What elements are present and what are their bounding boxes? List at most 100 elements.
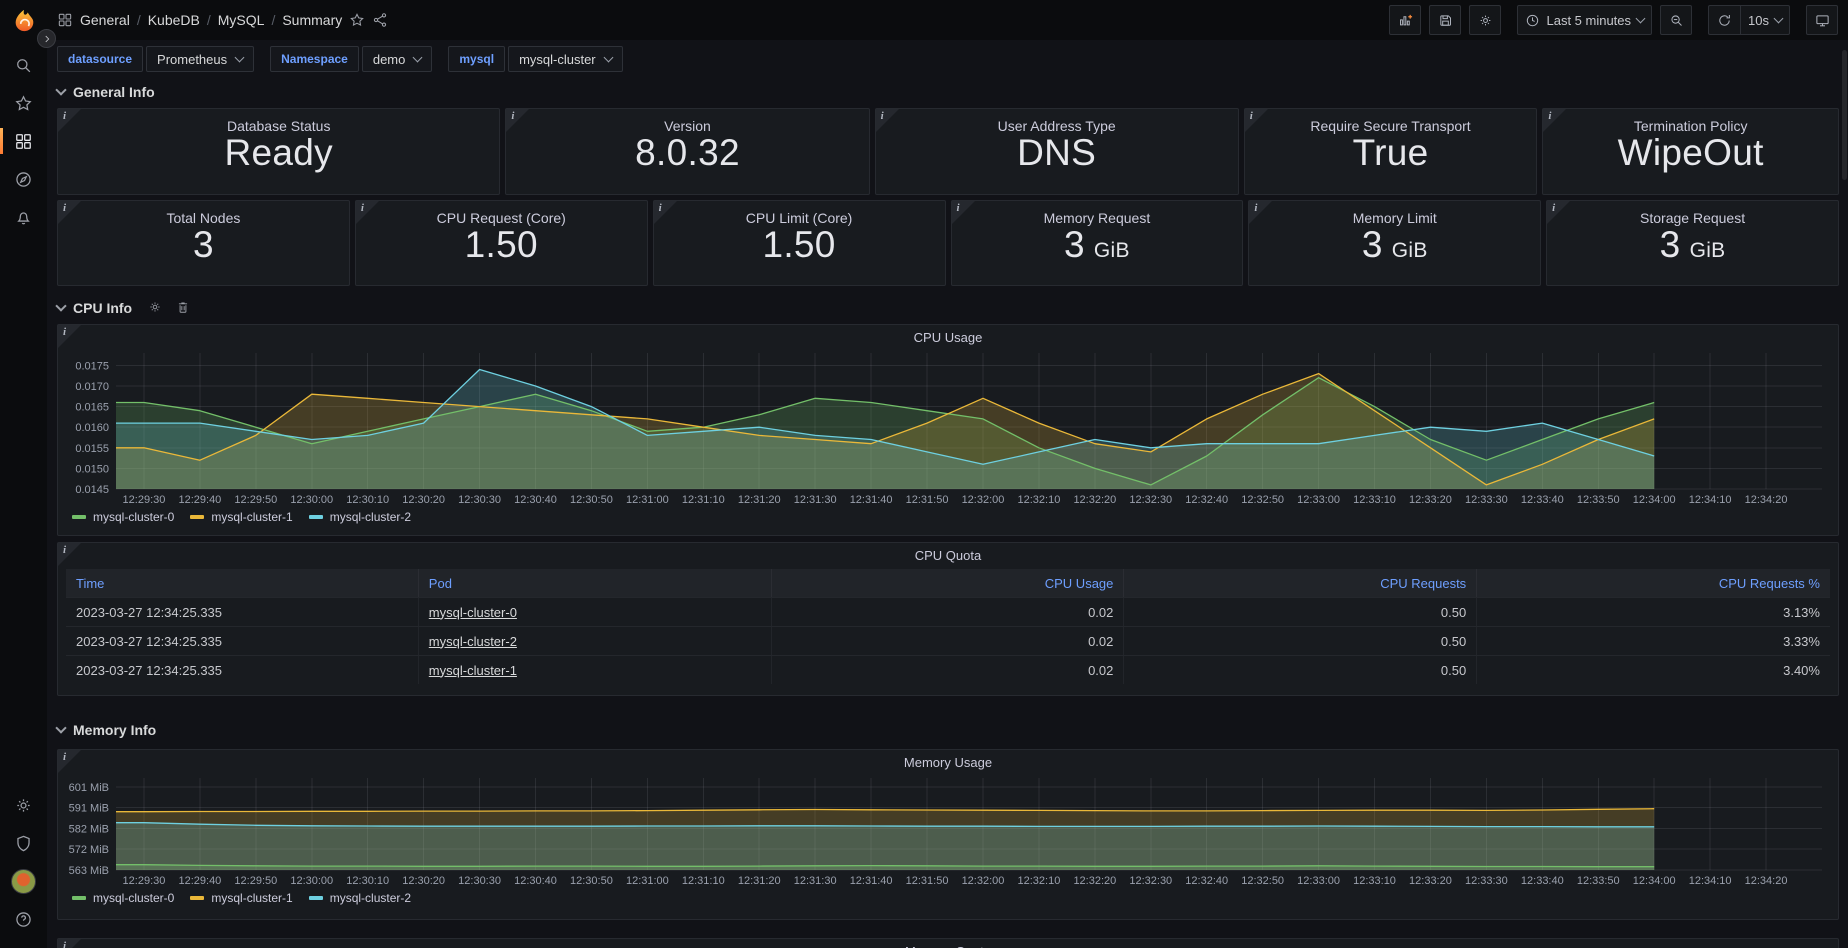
share-icon[interactable] [372, 12, 388, 28]
svg-text:12:30:20: 12:30:20 [402, 875, 445, 887]
panel-info-icon[interactable]: i [952, 201, 975, 224]
variable-value: demo [373, 52, 406, 67]
breadcrumb-segment[interactable]: KubeDB [148, 12, 200, 28]
panel-info-icon[interactable]: i [58, 109, 81, 132]
breadcrumb-separator: / [207, 12, 211, 28]
legend-label: mysql-cluster-2 [330, 891, 411, 905]
cpu-usage-chart[interactable]: 0.01750.01700.01650.01600.01550.01500.01… [66, 349, 1830, 507]
svg-text:12:30:00: 12:30:00 [290, 494, 333, 506]
svg-text:572 MiB: 572 MiB [69, 844, 109, 856]
svg-text:12:32:40: 12:32:40 [1185, 494, 1228, 506]
pod-link[interactable]: mysql-cluster-0 [429, 605, 517, 620]
panel-info-icon[interactable]: i [58, 201, 81, 224]
svg-text:0.0165: 0.0165 [75, 402, 109, 414]
settings-gear-icon[interactable] [0, 786, 47, 824]
breadcrumb-segment[interactable]: Summary [282, 12, 342, 28]
stat-panel-total-nodes: iTotal Nodes3 [57, 200, 350, 286]
variable-value-dropdown[interactable]: mysql-cluster [508, 46, 623, 72]
svg-text:12:32:00: 12:32:00 [962, 875, 1005, 887]
admin-shield-icon[interactable] [0, 824, 47, 862]
alerting-bell-icon[interactable] [0, 198, 47, 236]
variable-value: mysql-cluster [519, 52, 596, 67]
memory-usage-chart[interactable]: 601 MiB591 MiB582 MiB572 MiB563 MiB12:29… [66, 774, 1830, 888]
user-avatar[interactable] [0, 862, 47, 900]
table-cell-time: 2023-03-27 12:34:25.335 [66, 627, 419, 655]
table-header-pod[interactable]: Pod [419, 569, 772, 597]
refresh-interval-select[interactable]: 10s [1740, 5, 1790, 35]
row-delete-trash-icon[interactable] [176, 300, 190, 317]
table-header-cpu-requests-[interactable]: CPU Requests % [1477, 569, 1830, 597]
legend-item-mysql-cluster-1[interactable]: mysql-cluster-1 [190, 510, 292, 524]
save-dashboard-button[interactable] [1429, 5, 1461, 35]
panel-info-icon[interactable]: i [876, 109, 899, 132]
breadcrumb-segment[interactable]: MySQL [218, 12, 265, 28]
sidebar-expand-button[interactable] [37, 29, 56, 48]
table-header-cpu-usage[interactable]: CPU Usage [772, 569, 1125, 597]
table-cell-cpu-requests-: 3.40% [1477, 656, 1830, 684]
pod-link[interactable]: mysql-cluster-2 [429, 634, 517, 649]
table-header-cpu-requests[interactable]: CPU Requests [1124, 569, 1477, 597]
chevron-down-icon [1774, 13, 1784, 23]
favorite-star-icon[interactable] [349, 12, 365, 28]
panel-info-icon[interactable]: i [1249, 201, 1272, 224]
svg-text:12:32:00: 12:32:00 [962, 494, 1005, 506]
zoom-out-button[interactable] [1660, 5, 1692, 35]
cpu_usage-plot[interactable]: 0.01750.01700.01650.01600.01550.01500.01… [66, 349, 1830, 507]
section-cpu-info[interactable]: CPU Info [57, 296, 1839, 320]
help-icon[interactable] [0, 900, 47, 938]
table-header-time[interactable]: Time [66, 569, 419, 597]
kiosk-tv-button[interactable] [1806, 5, 1838, 35]
panel-info-icon[interactable]: i [58, 750, 81, 773]
search-icon[interactable] [0, 46, 47, 84]
dashboards-icon[interactable] [0, 122, 47, 160]
row-settings-gear-icon[interactable] [148, 300, 162, 317]
memory_usage-plot[interactable]: 601 MiB591 MiB582 MiB572 MiB563 MiB12:29… [66, 774, 1830, 888]
panel-title[interactable]: Memory Quota [58, 939, 1838, 948]
breadcrumb-root[interactable]: General [80, 12, 130, 28]
time-range-picker[interactable]: Last 5 minutes [1517, 5, 1652, 35]
explore-compass-icon[interactable] [0, 160, 47, 198]
panel-info-icon[interactable]: i [58, 325, 81, 348]
apps-grid-icon[interactable] [57, 12, 73, 28]
stat-value-number: 1.50 [465, 224, 538, 266]
grafana-logo-icon[interactable] [10, 8, 38, 36]
panel-info-icon[interactable]: i [58, 543, 81, 566]
scrollbar[interactable] [1842, 50, 1847, 180]
panel-title[interactable]: CPU Quota [58, 543, 1838, 567]
panel-title[interactable]: CPU Usage [58, 325, 1838, 349]
dashboard-settings-button[interactable] [1469, 5, 1501, 35]
add-panel-button[interactable] [1389, 5, 1421, 35]
panel-info-icon[interactable]: i [1245, 109, 1268, 132]
refresh-button[interactable] [1708, 5, 1740, 35]
panel-title[interactable]: Memory Usage [58, 750, 1838, 774]
legend-item-mysql-cluster-2[interactable]: mysql-cluster-2 [309, 891, 411, 905]
svg-text:12:31:20: 12:31:20 [738, 875, 781, 887]
panel-info-icon[interactable]: i [654, 201, 677, 224]
legend-item-mysql-cluster-0[interactable]: mysql-cluster-0 [72, 510, 174, 524]
refresh-interval-label: 10s [1748, 13, 1769, 28]
table-cell-time: 2023-03-27 12:34:25.335 [66, 656, 419, 684]
variable-value-dropdown[interactable]: demo [362, 46, 433, 72]
svg-text:582 MiB: 582 MiB [69, 823, 109, 835]
legend-item-mysql-cluster-2[interactable]: mysql-cluster-2 [309, 510, 411, 524]
legend-item-mysql-cluster-0[interactable]: mysql-cluster-0 [72, 891, 174, 905]
pod-link[interactable]: mysql-cluster-1 [429, 663, 517, 678]
legend-label: mysql-cluster-1 [211, 510, 292, 524]
panel-info-icon[interactable]: i [356, 201, 379, 224]
panel-cpu-usage: i CPU Usage 0.01750.01700.01650.01600.01… [57, 324, 1839, 536]
cpu-quota-table: TimePodCPU UsageCPU RequestsCPU Requests… [66, 569, 1830, 684]
legend-item-mysql-cluster-1[interactable]: mysql-cluster-1 [190, 891, 292, 905]
panel-info-icon[interactable]: i [1543, 109, 1566, 132]
svg-text:12:31:10: 12:31:10 [682, 875, 725, 887]
stat-panel-version: iVersion8.0.32 [505, 108, 869, 195]
section-memory-info[interactable]: Memory Info [57, 718, 1839, 742]
svg-text:12:30:50: 12:30:50 [570, 875, 613, 887]
panel-info-icon[interactable]: i [58, 939, 81, 948]
panel-info-icon[interactable]: i [506, 109, 529, 132]
starred-icon[interactable] [0, 84, 47, 122]
panel-cpu-quota: i CPU Quota TimePodCPU UsageCPU Requests… [57, 542, 1839, 696]
panel-info-icon[interactable]: i [1547, 201, 1570, 224]
svg-text:12:33:00: 12:33:00 [1297, 494, 1340, 506]
section-general-info[interactable]: General Info [57, 80, 1839, 104]
variable-value-dropdown[interactable]: Prometheus [146, 46, 254, 72]
